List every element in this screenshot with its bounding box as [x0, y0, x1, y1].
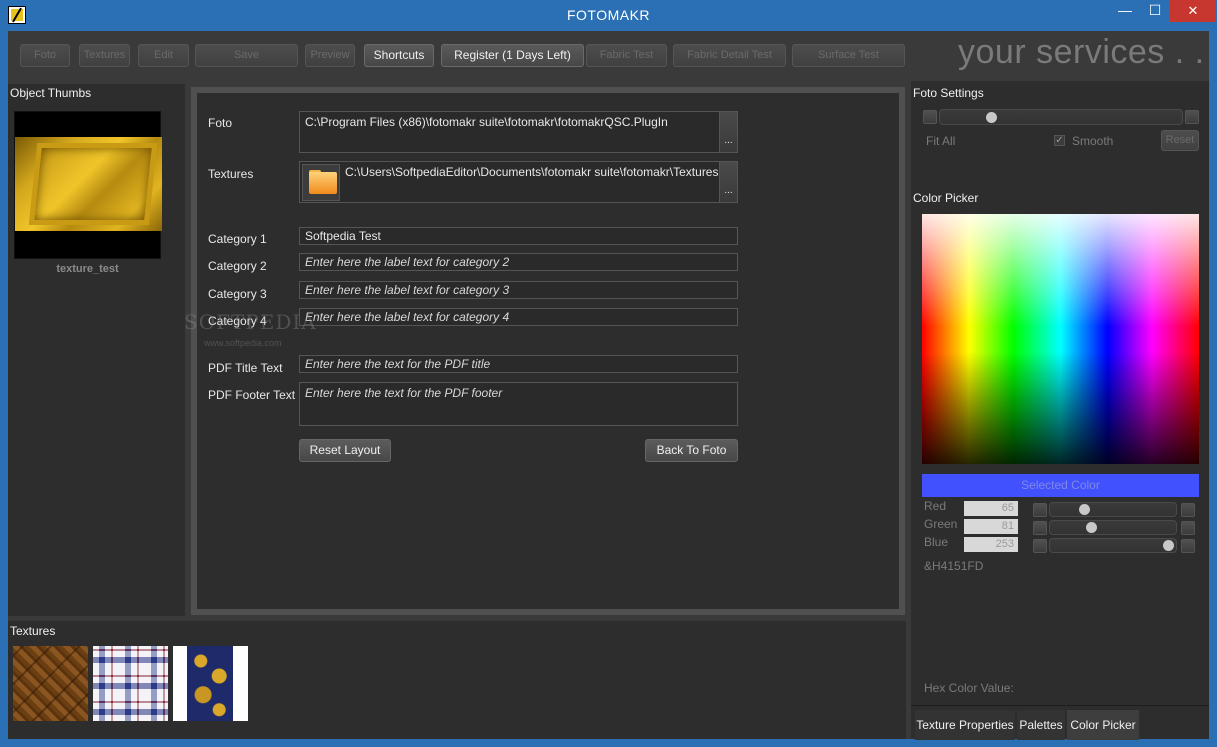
client-area: Foto Textures Edit Save Preview Shortcut… [8, 31, 1209, 740]
reset-button[interactable]: Reset [1161, 130, 1199, 151]
zoom-minus-button[interactable] [923, 110, 937, 124]
texture-thumb-paisley[interactable] [173, 646, 248, 721]
maximize-button[interactable]: ☐ [1140, 2, 1170, 24]
title-bar[interactable]: FOTOMAKR — ☐ ✕ [0, 0, 1217, 31]
green-value[interactable]: 81 [964, 519, 1018, 534]
foto-settings-label: Foto Settings [913, 86, 984, 100]
red-plus-button[interactable] [1181, 503, 1195, 517]
fabric-detail-test-button[interactable]: Fabric Detail Test [673, 44, 786, 67]
zoom-slider[interactable] [939, 109, 1183, 125]
right-panel: Foto Settings Fit All ✓ Smooth Reset Col… [911, 81, 1209, 740]
reset-layout-button[interactable]: Reset Layout [299, 439, 391, 462]
register-button[interactable]: Register (1 Days Left) [441, 44, 584, 67]
red-value[interactable]: 65 [964, 501, 1018, 516]
blue-label: Blue [924, 535, 949, 549]
category2-label: Category 2 [208, 259, 267, 273]
hex-value-label: Hex Color Value: [924, 681, 1014, 695]
hex-code: &H4151FD [924, 559, 984, 573]
object-thumbs-label: Object Thumbs [10, 86, 92, 100]
settings-panel: Foto C:\Program Files (x86)\fotomakr sui… [197, 93, 899, 609]
thumbnail-image [15, 137, 162, 231]
edit-button[interactable]: Edit [138, 44, 189, 67]
window-title: FOTOMAKR [566, 7, 651, 23]
minimize-button[interactable]: — [1110, 2, 1140, 24]
red-minus-button[interactable] [1033, 503, 1047, 517]
textures-panel: Textures [8, 621, 906, 739]
foto-button[interactable]: Foto [20, 44, 70, 67]
foto-browse-button[interactable]: ... [719, 112, 737, 152]
object-thumbnail[interactable] [14, 111, 162, 259]
color-picker-label: Color Picker [913, 191, 979, 205]
foto-label: Foto [208, 116, 233, 130]
category3-label: Category 3 [208, 287, 267, 301]
object-thumbs-panel: Object Thumbs texture_test [8, 84, 185, 616]
preview-button[interactable]: Preview [305, 44, 355, 67]
textures-label: Textures [208, 167, 254, 181]
category1-input[interactable]: Softpedia Test [299, 227, 738, 245]
textures-browse-button[interactable]: ... [719, 162, 737, 202]
shortcuts-button[interactable]: Shortcuts [364, 44, 434, 67]
save-button[interactable]: Save [195, 44, 298, 67]
zoom-slider-knob[interactable] [986, 112, 997, 123]
pdf-footer-label: PDF Footer Text [208, 388, 296, 402]
red-slider[interactable] [1049, 502, 1177, 517]
textures-panel-label: Textures [10, 624, 56, 638]
texture-thumb-plaid[interactable] [93, 646, 168, 721]
category2-input[interactable]: Enter here the label text for category 2 [299, 253, 738, 271]
close-button[interactable]: ✕ [1170, 0, 1216, 22]
fit-all-label[interactable]: Fit All [926, 134, 955, 148]
category3-input[interactable]: Enter here the label text for category 3 [299, 281, 738, 299]
toolbar: Foto Textures Edit Save Preview Shortcut… [8, 31, 1209, 79]
textures-path-field[interactable]: C:\Users\SoftpediaEditor\Documents\fotom… [299, 161, 738, 203]
green-plus-button[interactable] [1181, 521, 1195, 535]
tab-texture-properties[interactable]: Texture Properties [915, 710, 1015, 740]
green-minus-button[interactable] [1033, 521, 1047, 535]
back-to-foto-button[interactable]: Back To Foto [645, 439, 738, 462]
textures-button[interactable]: Textures [79, 44, 130, 67]
blue-slider[interactable] [1049, 538, 1177, 553]
app-window: FOTOMAKR — ☐ ✕ Foto Textures Edit Save P… [0, 0, 1217, 747]
color-spectrum[interactable] [922, 214, 1199, 464]
smooth-checkbox[interactable]: ✓ [1054, 135, 1065, 146]
category4-input[interactable]: Enter here the label text for category 4 [299, 308, 738, 326]
red-slider-knob[interactable] [1079, 504, 1090, 515]
thumbnail-caption: texture_test [56, 263, 119, 275]
fabric-test-button[interactable]: Fabric Test [586, 44, 667, 67]
folder-icon [302, 164, 340, 201]
panel-tabs: Texture Properties Palettes Color Picker [911, 705, 1209, 740]
green-label: Green [924, 517, 958, 531]
green-slider[interactable] [1049, 520, 1177, 535]
zoom-plus-button[interactable] [1185, 110, 1199, 124]
blue-slider-knob[interactable] [1163, 540, 1174, 551]
foto-path-field[interactable]: C:\Program Files (x86)\fotomakr suite\fo… [299, 111, 738, 153]
tab-palettes[interactable]: Palettes [1017, 710, 1065, 740]
selected-color-swatch: Selected Color [922, 474, 1199, 497]
pdf-title-label: PDF Title Text [208, 361, 283, 375]
pdf-footer-textarea[interactable]: Enter here the text for the PDF footer [299, 382, 738, 426]
surface-test-button[interactable]: Surface Test [792, 44, 905, 67]
green-slider-knob[interactable] [1086, 522, 1097, 533]
tab-color-picker[interactable]: Color Picker [1067, 710, 1139, 740]
texture-thumb-wood[interactable] [13, 646, 88, 721]
watermark: SOFTPEDIA [184, 310, 317, 334]
category1-label: Category 1 [208, 232, 267, 246]
smooth-label: Smooth [1072, 134, 1114, 148]
watermark-url: www.softpedia.com [204, 338, 282, 348]
red-label: Red [924, 499, 947, 513]
foto-path-text: C:\Program Files (x86)\fotomakr suite\fo… [305, 115, 668, 129]
settings-panel-frame: Foto C:\Program Files (x86)\fotomakr sui… [191, 87, 905, 615]
blue-minus-button[interactable] [1033, 539, 1047, 553]
pdf-title-input[interactable]: Enter here the text for the PDF title [299, 355, 738, 373]
blue-plus-button[interactable] [1181, 539, 1195, 553]
blue-value[interactable]: 253 [964, 537, 1018, 552]
textures-path-text: C:\Users\SoftpediaEditor\Documents\fotom… [345, 165, 719, 179]
brand-text: your services . . [958, 33, 1205, 71]
